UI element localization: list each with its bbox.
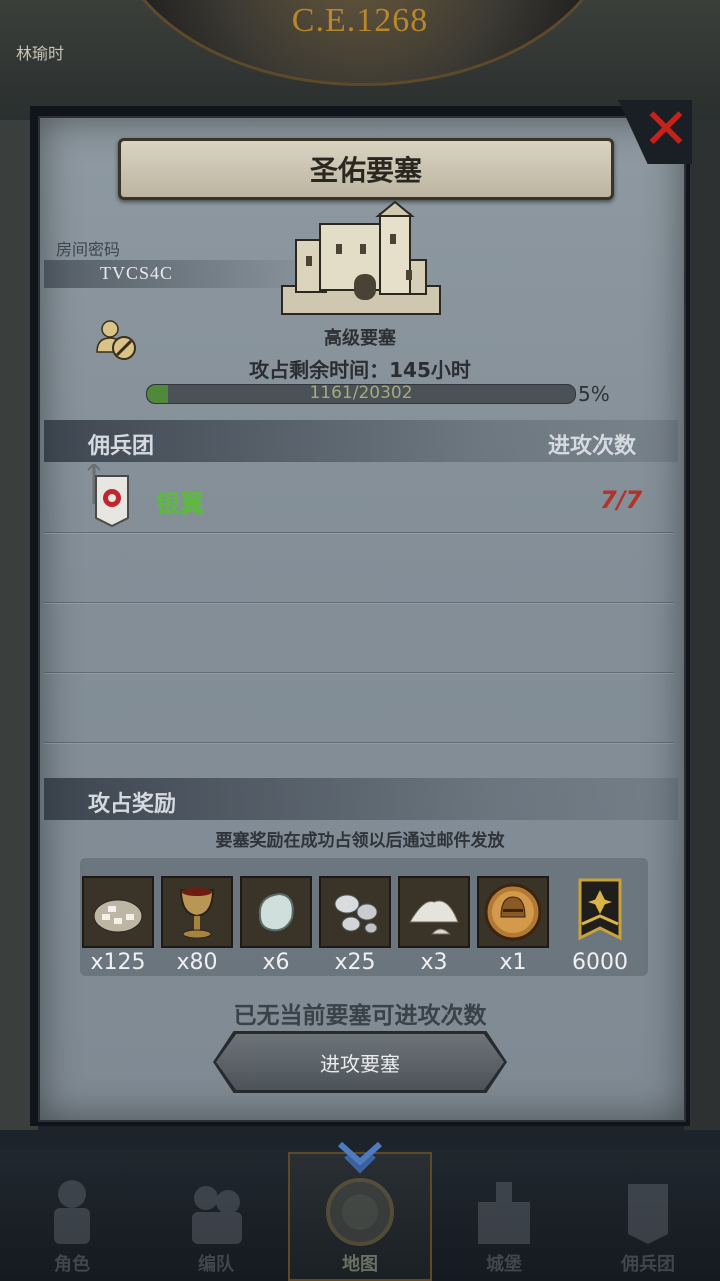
reward-count: x125 bbox=[90, 950, 146, 975]
silver-icon bbox=[334, 894, 378, 934]
reward-slot bbox=[82, 876, 154, 948]
formation-icon bbox=[192, 1186, 242, 1244]
nav-tab-mercenary[interactable]: 佣兵团 bbox=[576, 1160, 720, 1281]
capture-progress-bar: 1161/20302 bbox=[146, 383, 576, 404]
reward-item[interactable]: x6 bbox=[240, 876, 312, 975]
row-divider-highlight bbox=[44, 603, 674, 604]
era-label: C.E.1268 bbox=[291, 2, 429, 39]
guild-attack-count: 7/7 bbox=[600, 486, 643, 514]
ore-icon bbox=[93, 899, 143, 933]
reward-slot bbox=[398, 876, 470, 948]
guild-name[interactable]: 银翼 bbox=[156, 484, 204, 519]
reward-item[interactable]: x1 bbox=[477, 876, 549, 975]
no-attack-message: 已无当前要塞可进攻次数 bbox=[233, 1003, 487, 1029]
row-divider-highlight bbox=[44, 743, 674, 744]
fortress-castle-icon bbox=[281, 200, 441, 315]
castle-icon bbox=[478, 1182, 530, 1244]
reward-item[interactable]: x80 bbox=[161, 876, 233, 975]
map-icon bbox=[326, 1178, 394, 1246]
reward-count: x6 bbox=[262, 950, 290, 975]
reward-count: 6000 bbox=[572, 950, 628, 975]
mercenary-icon bbox=[628, 1184, 668, 1244]
reward-count: x80 bbox=[176, 950, 218, 975]
reward-count: x1 bbox=[499, 950, 527, 975]
reward-item[interactable]: x3 bbox=[398, 876, 470, 975]
reward-slot bbox=[564, 876, 636, 948]
dialog-title: 圣佑要塞 bbox=[118, 138, 614, 200]
time-remaining: 攻占剩余时间：145小时 bbox=[249, 358, 471, 382]
attack-fortress-button[interactable]: 进攻要塞 bbox=[216, 1034, 504, 1090]
row-divider-highlight bbox=[44, 673, 674, 674]
goblet-icon bbox=[179, 888, 215, 939]
background-side-text: 林瑜时 bbox=[16, 44, 65, 63]
nav-tab-formation[interactable]: 编队 bbox=[144, 1160, 288, 1281]
row-divider-highlight bbox=[44, 533, 674, 534]
reward-item[interactable]: 6000 bbox=[564, 876, 636, 975]
nav-label: 城堡 bbox=[486, 1254, 522, 1275]
nav-label: 佣兵团 bbox=[621, 1254, 675, 1275]
reward-slot bbox=[240, 876, 312, 948]
reward-slot bbox=[161, 876, 233, 948]
room-code: TVCS4C bbox=[100, 263, 174, 283]
attacks-header: 进攻次数 bbox=[548, 434, 637, 459]
reward-count: x3 bbox=[420, 950, 448, 975]
fortress-type: 高级要塞 bbox=[324, 328, 396, 349]
gem-icon bbox=[258, 892, 294, 932]
reward-item[interactable]: x25 bbox=[319, 876, 391, 975]
reward-count: x25 bbox=[334, 950, 376, 975]
salt-icon bbox=[409, 900, 459, 935]
guild-banner-icon bbox=[87, 464, 129, 528]
capture-progress-text: 1161/20302 bbox=[309, 383, 413, 403]
capture-progress-percent: 5% bbox=[578, 382, 610, 406]
reward-slot bbox=[477, 876, 549, 948]
close-icon: ✕ bbox=[642, 97, 690, 162]
rewards-header: 攻占奖励 bbox=[88, 792, 177, 817]
knight-icon bbox=[54, 1180, 90, 1244]
banner-icon bbox=[578, 878, 622, 941]
rewards-note: 要塞奖励在成功占领以后通过邮件发放 bbox=[215, 831, 505, 851]
helmet-medal-icon bbox=[484, 883, 542, 941]
room-code-label: 房间密码 bbox=[56, 240, 121, 259]
nav-tab-map[interactable]: 地图 bbox=[288, 1160, 432, 1281]
nav-label: 角色 bbox=[54, 1254, 90, 1275]
reward-slot bbox=[319, 876, 391, 948]
reward-item[interactable]: x125 bbox=[82, 876, 154, 975]
nav-tab-character[interactable]: 角色 bbox=[0, 1160, 144, 1281]
nav-label: 地图 bbox=[342, 1254, 378, 1275]
mercenary-header: 佣兵团 bbox=[88, 434, 155, 459]
nav-tab-castle[interactable]: 城堡 bbox=[432, 1160, 576, 1281]
nav-label: 编队 bbox=[198, 1254, 234, 1275]
